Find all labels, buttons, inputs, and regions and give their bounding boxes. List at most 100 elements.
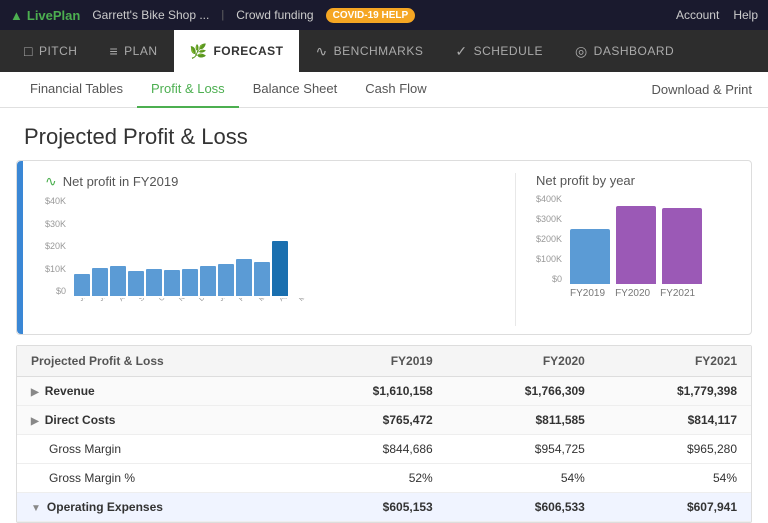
bar-jan-19[interactable] <box>200 266 216 296</box>
top-bar-right: Account Help <box>676 8 758 22</box>
nav-plan-label: PLAN <box>124 44 157 58</box>
chart-left-y-axis: $40K $30K $20K $10K $0 <box>45 196 66 296</box>
year-bar-wrap-FY2019 <box>570 229 610 284</box>
bar-june-18[interactable] <box>74 274 90 296</box>
chart-left-bars-wrap: June 18July 18Aug 18Sept 18Oct 18Nov 18D… <box>74 196 314 326</box>
logo[interactable]: ▲ LivePlan <box>10 8 80 23</box>
nav-pitch-label: PITCH <box>39 44 78 58</box>
chart-right-body: $400K $300K $200K $100K $0 FY2019FY2020F… <box>536 194 735 299</box>
schedule-icon: ✓ <box>455 43 467 60</box>
year-bar-FY2020[interactable] <box>616 206 656 284</box>
trend-icon: ∿ <box>45 173 57 190</box>
main-nav: □ PITCH ≡ PLAN 🌿 FORECAST ∿ BENCHMARKS ✓… <box>0 30 768 72</box>
year-bar-FY2019[interactable] <box>570 229 610 284</box>
forecast-icon: 🌿 <box>190 43 208 60</box>
expand-icon[interactable]: ▶ <box>31 416 39 427</box>
nav-benchmarks[interactable]: ∿ BENCHMARKS <box>299 30 439 72</box>
shop-selector[interactable]: Garrett's Bike Shop ... <box>92 8 209 22</box>
logo-icon: ▲ <box>10 8 23 23</box>
chart-left: ∿ Net profit in FY2019 $40K $30K $20K $1… <box>33 173 515 326</box>
nav-plan[interactable]: ≡ PLAN <box>93 30 173 72</box>
help-menu[interactable]: Help <box>733 8 758 22</box>
crowd-funding-selector[interactable]: Crowd funding <box>236 8 313 22</box>
download-print[interactable]: Download & Print <box>652 82 752 97</box>
bar-sept-18[interactable] <box>128 271 144 296</box>
pitch-icon: □ <box>24 43 33 59</box>
table-row: Gross Margin$844,686$954,725$965,280 <box>17 435 751 464</box>
bar-july-18[interactable] <box>92 268 108 296</box>
chart-right-y-axis: $400K $300K $200K $100K $0 <box>536 194 562 284</box>
row-label: ▶Direct Costs <box>17 406 295 435</box>
nav-schedule[interactable]: ✓ SCHEDULE <box>439 30 559 72</box>
row-fy2021: $814,117 <box>599 406 751 435</box>
bar-apr-19[interactable] <box>254 262 270 296</box>
plan-icon: ≡ <box>109 43 118 59</box>
year-bar-FY2021[interactable] <box>662 208 702 284</box>
nav-pitch[interactable]: □ PITCH <box>8 30 93 72</box>
subnav-profit-loss[interactable]: Profit & Loss <box>137 72 239 108</box>
row-fy2021: 54% <box>599 464 751 493</box>
row-fy2019: $765,472 <box>295 406 447 435</box>
table-row: ▼Operating Expenses$605,153$606,533$607,… <box>17 493 751 522</box>
bar-dec-18[interactable] <box>182 269 198 296</box>
financial-table: Projected Profit & Loss FY2019 FY2020 FY… <box>17 346 751 522</box>
bar-may-19[interactable] <box>272 241 288 296</box>
row-fy2020: $811,585 <box>447 406 599 435</box>
chart-left-body: $40K $30K $20K $10K $0 June 18July 18Aug… <box>45 196 495 326</box>
bar-aug-18[interactable] <box>110 266 126 296</box>
row-fy2020: $954,725 <box>447 435 599 464</box>
row-fy2021: $965,280 <box>599 435 751 464</box>
chart-right: Net profit by year $400K $300K $200K $10… <box>515 173 735 326</box>
collapse-icon[interactable]: ▼ <box>31 503 41 514</box>
subnav-cash-flow[interactable]: Cash Flow <box>351 72 440 108</box>
row-fy2020: $606,533 <box>447 493 599 522</box>
nav-benchmarks-label: BENCHMARKS <box>334 44 424 58</box>
row-label: ▶Revenue <box>17 377 295 406</box>
row-fy2021: $1,779,398 <box>599 377 751 406</box>
col-header-fy2020: FY2020 <box>447 346 599 377</box>
year-label-FY2020: FY2020 <box>615 288 650 299</box>
row-label: Gross Margin <box>17 435 295 464</box>
table-header-row: Projected Profit & Loss FY2019 FY2020 FY… <box>17 346 751 377</box>
account-menu[interactable]: Account <box>676 8 719 22</box>
nav-dashboard-label: DASHBOARD <box>594 44 675 58</box>
bar-nov-18[interactable] <box>164 270 180 296</box>
expand-icon[interactable]: ▶ <box>31 387 39 398</box>
year-bar-wrap-FY2020 <box>616 206 656 284</box>
bar-feb-19[interactable] <box>218 264 234 296</box>
chart-right-bars-wrap: FY2019 FY2020 FY2021 <box>570 194 702 299</box>
covid-badge[interactable]: COVID-19 HELP <box>326 8 416 23</box>
top-bar: ▲ LivePlan Garrett's Bike Shop ... | Cro… <box>0 0 768 30</box>
row-fy2019: $1,610,158 <box>295 377 447 406</box>
nav-forecast[interactable]: 🌿 FORECAST <box>174 30 300 72</box>
chart-left-title: ∿ Net profit in FY2019 <box>45 173 495 190</box>
nav-dashboard[interactable]: ◎ DASHBOARD <box>559 30 690 72</box>
row-fy2020: 54% <box>447 464 599 493</box>
year-label-FY2019: FY2019 <box>570 288 605 299</box>
table-row: ▶Direct Costs$765,472$811,585$814,117 <box>17 406 751 435</box>
row-fy2019: $605,153 <box>295 493 447 522</box>
bar-mar-19[interactable] <box>236 259 252 296</box>
subnav-financial-tables[interactable]: Financial Tables <box>16 72 137 108</box>
col-header-fy2021: FY2021 <box>599 346 751 377</box>
dashboard-icon: ◎ <box>575 43 588 60</box>
year-label-FY2021: FY2021 <box>660 288 695 299</box>
row-fy2021: $607,941 <box>599 493 751 522</box>
sub-nav: Financial Tables Profit & Loss Balance S… <box>0 72 768 108</box>
col-header-fy2019: FY2019 <box>295 346 447 377</box>
separator: | <box>221 9 224 21</box>
chart-left-bars <box>74 196 314 296</box>
chart-left-x-labels: June 18July 18Aug 18Sept 18Oct 18Nov 18D… <box>76 298 314 326</box>
table-row: Gross Margin %52%54%54% <box>17 464 751 493</box>
year-bar-wrap-FY2021 <box>662 208 702 284</box>
row-label: Gross Margin % <box>17 464 295 493</box>
subnav-balance-sheet[interactable]: Balance Sheet <box>239 72 352 108</box>
chart-right-x-labels: FY2019 FY2020 FY2021 <box>570 288 702 299</box>
row-label: ▼Operating Expenses <box>17 493 295 522</box>
table-section: Projected Profit & Loss FY2019 FY2020 FY… <box>16 345 752 523</box>
nav-forecast-label: FORECAST <box>213 44 283 58</box>
row-fy2019: $844,686 <box>295 435 447 464</box>
nav-schedule-label: SCHEDULE <box>474 44 543 58</box>
bar-oct-18[interactable] <box>146 269 162 296</box>
logo-text: LivePlan <box>27 8 80 23</box>
